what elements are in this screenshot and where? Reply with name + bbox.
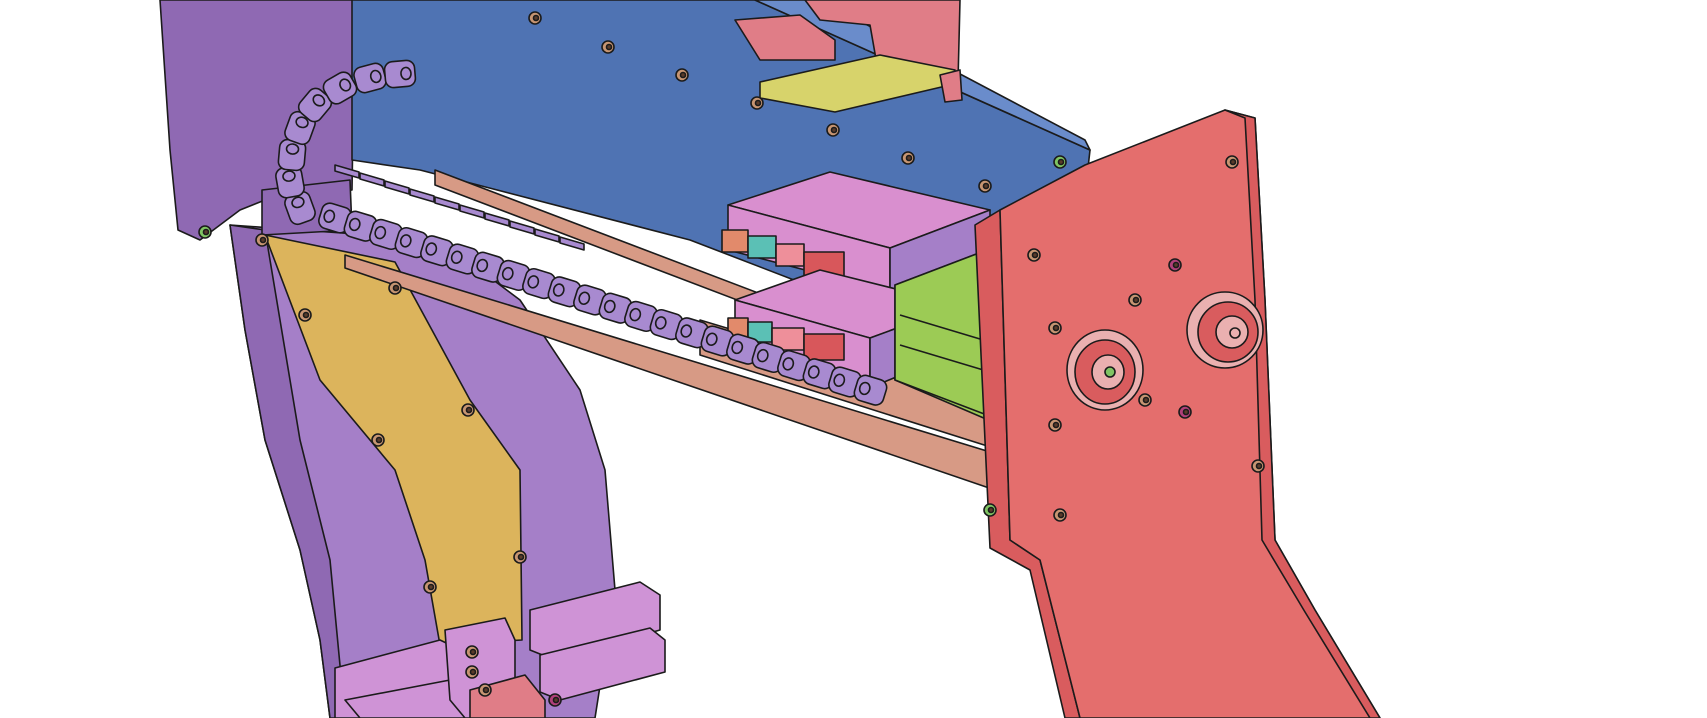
top-bracket-side-block — [939, 69, 963, 103]
bolt-socket — [987, 506, 995, 514]
bolt-socket — [465, 406, 473, 414]
bolt-socket — [259, 236, 267, 244]
bolt-socket — [1052, 324, 1060, 332]
bolt-socket — [754, 99, 762, 107]
terminal-teal-1 — [747, 235, 777, 259]
cable-chain-crossbar — [409, 188, 435, 203]
right-side-plate — [974, 109, 1381, 718]
cable-chain-crossbar — [459, 204, 485, 219]
bolt-socket — [1052, 421, 1060, 429]
drive-pulley-right — [1186, 291, 1264, 369]
bolt-socket — [1132, 296, 1140, 304]
bolt-socket — [679, 71, 687, 79]
bolt-socket — [1229, 158, 1237, 166]
bolt-socket — [605, 43, 613, 51]
bolt-socket — [1255, 462, 1263, 470]
bolt-socket — [1182, 408, 1190, 416]
cable-chain-crossbar — [509, 220, 535, 235]
bolt-socket — [1172, 261, 1180, 269]
cable-chain-crossbar — [384, 180, 410, 195]
bolt-socket — [302, 311, 310, 319]
bolt-socket — [1142, 396, 1150, 404]
bolt-socket — [375, 436, 383, 444]
bolt-socket — [1057, 511, 1065, 519]
bolt-socket — [552, 696, 560, 704]
bolt-socket — [532, 14, 540, 22]
terminal-orange-1 — [721, 229, 749, 253]
idler-pulley-left — [1066, 329, 1144, 411]
assembly-drawing — [159, 0, 1381, 718]
bolt-socket — [469, 668, 477, 676]
bolt-socket — [905, 154, 913, 162]
bolt-socket — [392, 284, 400, 292]
cable-chain-link — [383, 59, 417, 89]
bolt-socket — [202, 228, 210, 236]
bolt-socket — [482, 686, 490, 694]
cad-gantry-assembly — [0, 0, 1707, 718]
bolt-socket — [982, 182, 990, 190]
bolt-socket — [1057, 158, 1065, 166]
cable-chain-crossbar — [359, 172, 385, 187]
cable-chain-crossbar — [484, 212, 510, 227]
pulley-bore — [1104, 366, 1116, 378]
terminal-pink-1 — [775, 243, 805, 267]
pulley-bore — [1229, 327, 1241, 339]
bolt-socket — [517, 553, 525, 561]
terminal-red-2 — [803, 333, 845, 361]
bolt-socket — [427, 583, 435, 591]
bolt-socket — [1031, 251, 1039, 259]
bolt-socket — [830, 126, 838, 134]
cable-chain-crossbar — [434, 196, 460, 211]
bolt-socket — [469, 648, 477, 656]
